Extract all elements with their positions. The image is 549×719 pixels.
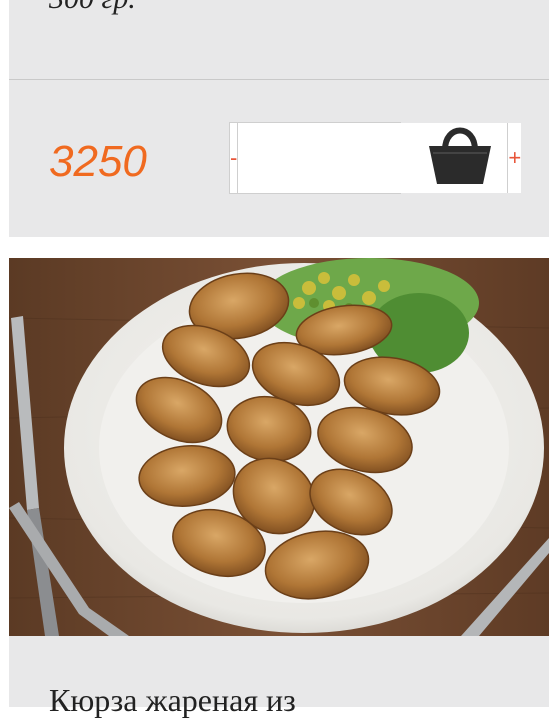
product-image[interactable]	[9, 258, 549, 636]
shopping-basket-icon	[429, 127, 491, 184]
quantity-stepper[interactable]: - +	[229, 122, 522, 194]
product-card-next: Кюрза жареная из	[9, 636, 549, 718]
product-title[interactable]: Кюрза жареная из	[49, 682, 296, 719]
quantity-increase-button[interactable]: +	[507, 123, 522, 193]
card-divider	[9, 79, 549, 80]
add-to-basket-button[interactable]	[427, 120, 493, 188]
product-card-prev: 300 гр. 3250 - +	[9, 0, 549, 237]
product-weight: 300 гр.	[49, 0, 136, 16]
product-price: 3250	[49, 137, 147, 186]
quantity-decrease-button[interactable]: -	[230, 123, 239, 193]
dumplings-plate-image	[9, 258, 549, 636]
